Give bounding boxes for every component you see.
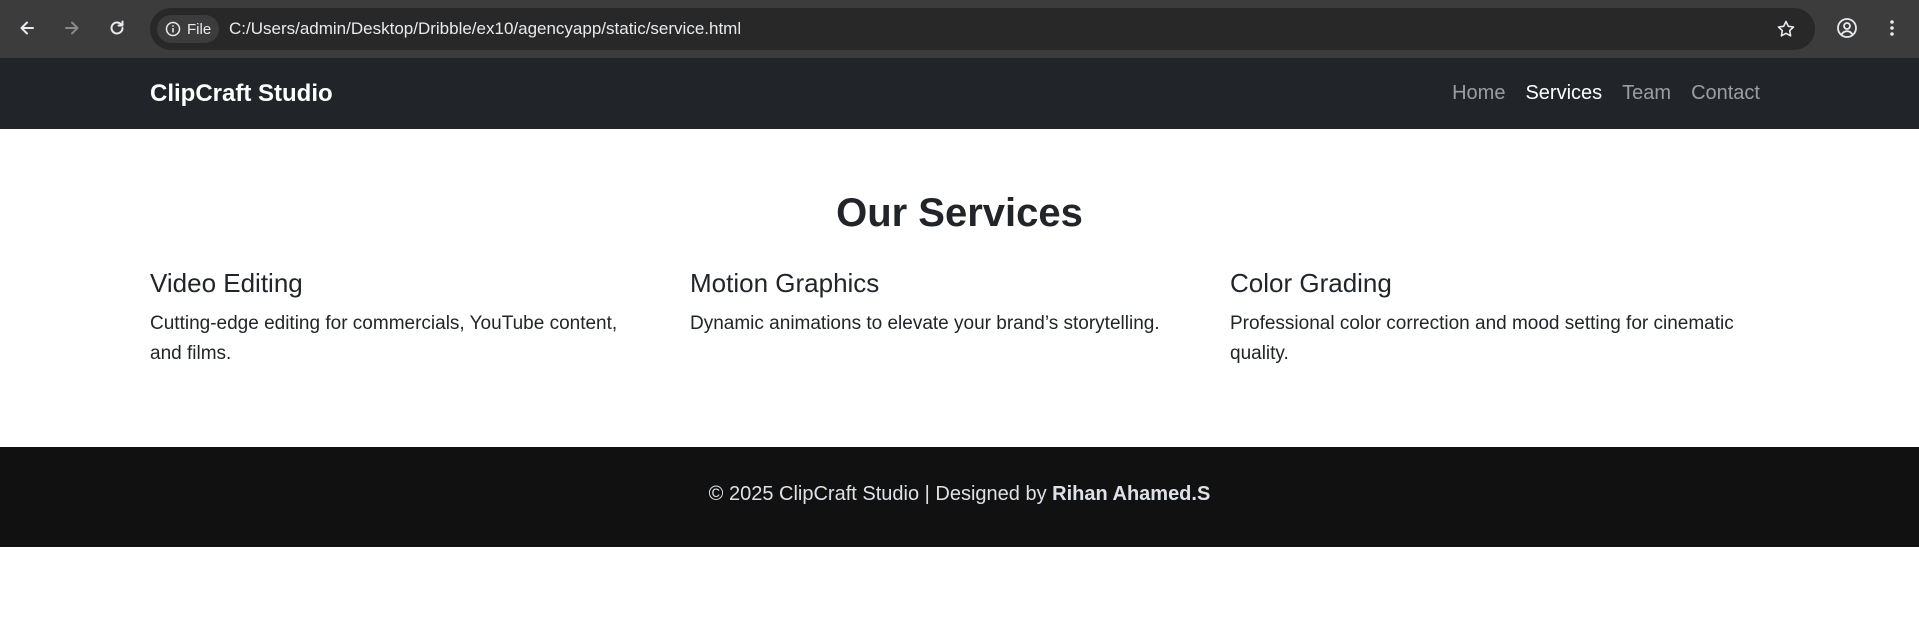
- page-title: Our Services: [836, 191, 1083, 235]
- info-icon: [165, 21, 181, 37]
- nav-item-home: Home: [1432, 82, 1505, 105]
- service-description: Cutting-edge editing for commercials, Yo…: [150, 313, 618, 364]
- reload-icon: [110, 20, 124, 35]
- service-description: Professional color correction and mood s…: [1230, 313, 1734, 364]
- star-icon: [1777, 20, 1795, 37]
- nav-item-services: Services: [1505, 82, 1602, 105]
- footer-copyright: © 2025 ClipCraft Studio | Designed by: [708, 482, 1053, 505]
- url-text[interactable]: C:/Users/admin/Desktop/Dribble/ex10/agen…: [229, 8, 741, 50]
- nav-link-services[interactable]: Services: [1525, 82, 1602, 105]
- service-card-color-grading: Color Grading Professional color correct…: [1230, 267, 1770, 369]
- nav-item-team: Team: [1602, 82, 1671, 105]
- forward-arrow-icon: [65, 21, 79, 35]
- menu-button[interactable]: [1875, 11, 1909, 45]
- reload-button[interactable]: [100, 11, 134, 45]
- profile-icon: [1837, 18, 1857, 38]
- profile-button[interactable]: [1830, 11, 1864, 45]
- address-bar[interactable]: File C:/Users/admin/Desktop/Dribble/ex10…: [150, 8, 1815, 50]
- services-section: Our Services Video Editing Cutting-edge …: [0, 129, 1919, 447]
- site-footer: © 2025 ClipCraft Studio | Designed by Ri…: [0, 447, 1919, 547]
- service-description: Dynamic animations to elevate your brand…: [690, 313, 1160, 334]
- nav-link-team[interactable]: Team: [1622, 82, 1671, 105]
- nav-links: Home Services Team Contact: [1432, 58, 1760, 129]
- site-navbar: ClipCraft Studio Home Services Team Cont…: [0, 58, 1919, 129]
- back-button[interactable]: [10, 11, 44, 45]
- service-title: Video Editing: [150, 268, 303, 298]
- service-card-video-editing: Video Editing Cutting-edge editing for c…: [150, 267, 690, 369]
- site-info-chip[interactable]: File: [157, 15, 219, 43]
- footer-text: © 2025 ClipCraft Studio | Designed by Ri…: [709, 483, 1211, 506]
- nav-link-contact[interactable]: Contact: [1691, 82, 1760, 105]
- back-arrow-icon: [20, 21, 34, 35]
- bookmark-button[interactable]: [1769, 12, 1803, 46]
- services-grid: Video Editing Cutting-edge editing for c…: [150, 267, 1770, 369]
- nav-link-home[interactable]: Home: [1452, 82, 1505, 105]
- footer-author: Rihan Ahamed.S: [1052, 482, 1211, 505]
- forward-button[interactable]: [55, 11, 89, 45]
- browser-toolbar: File C:/Users/admin/Desktop/Dribble/ex10…: [0, 0, 1919, 58]
- brand-logo-link[interactable]: ClipCraft Studio: [150, 58, 333, 129]
- service-card-motion-graphics: Motion Graphics Dynamic animations to el…: [690, 267, 1230, 369]
- service-title: Color Grading: [1230, 268, 1392, 298]
- site-chip-label: File: [187, 20, 212, 38]
- service-title: Motion Graphics: [690, 268, 880, 298]
- more-vert-icon: [1890, 20, 1894, 36]
- nav-item-contact: Contact: [1671, 82, 1760, 105]
